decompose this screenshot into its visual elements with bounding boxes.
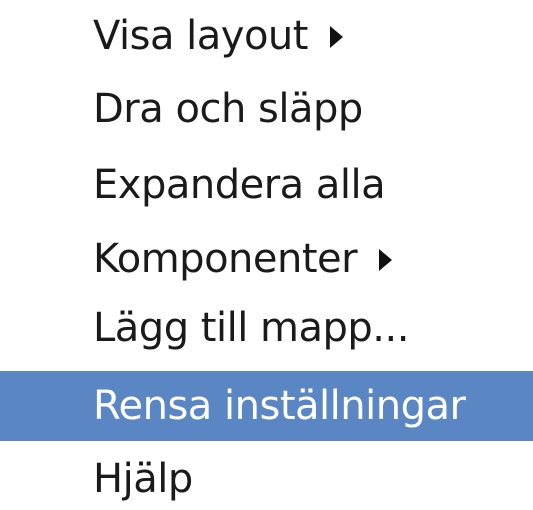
menu-item-komponenter[interactable]: Komponenter	[0, 228, 533, 290]
menu-item-visa-layout[interactable]: Visa layout	[0, 5, 533, 67]
context-menu: Visa layout Dra och släpp Expandera alla…	[0, 0, 533, 508]
menu-item-label: Lägg till mapp...	[93, 305, 409, 351]
menu-item-label: Komponenter	[93, 236, 358, 282]
submenu-arrow-icon	[379, 249, 393, 271]
menu-item-label: Expandera alla	[93, 162, 386, 208]
submenu-arrow-icon	[329, 26, 343, 48]
menu-item-rensa-installningar[interactable]: Rensa inställningar	[0, 371, 533, 441]
menu-item-dra-och-slapp[interactable]: Dra och släpp	[0, 78, 533, 140]
menu-item-label: Dra och släpp	[93, 86, 363, 132]
menu-item-hjalp[interactable]: Hjälp	[0, 448, 533, 510]
menu-item-expandera-alla[interactable]: Expandera alla	[0, 154, 533, 216]
menu-item-label: Visa layout	[93, 13, 308, 59]
menu-item-lagg-till-mapp[interactable]: Lägg till mapp...	[0, 297, 533, 359]
menu-item-label: Rensa inställningar	[93, 383, 466, 429]
menu-item-label: Hjälp	[93, 456, 193, 502]
